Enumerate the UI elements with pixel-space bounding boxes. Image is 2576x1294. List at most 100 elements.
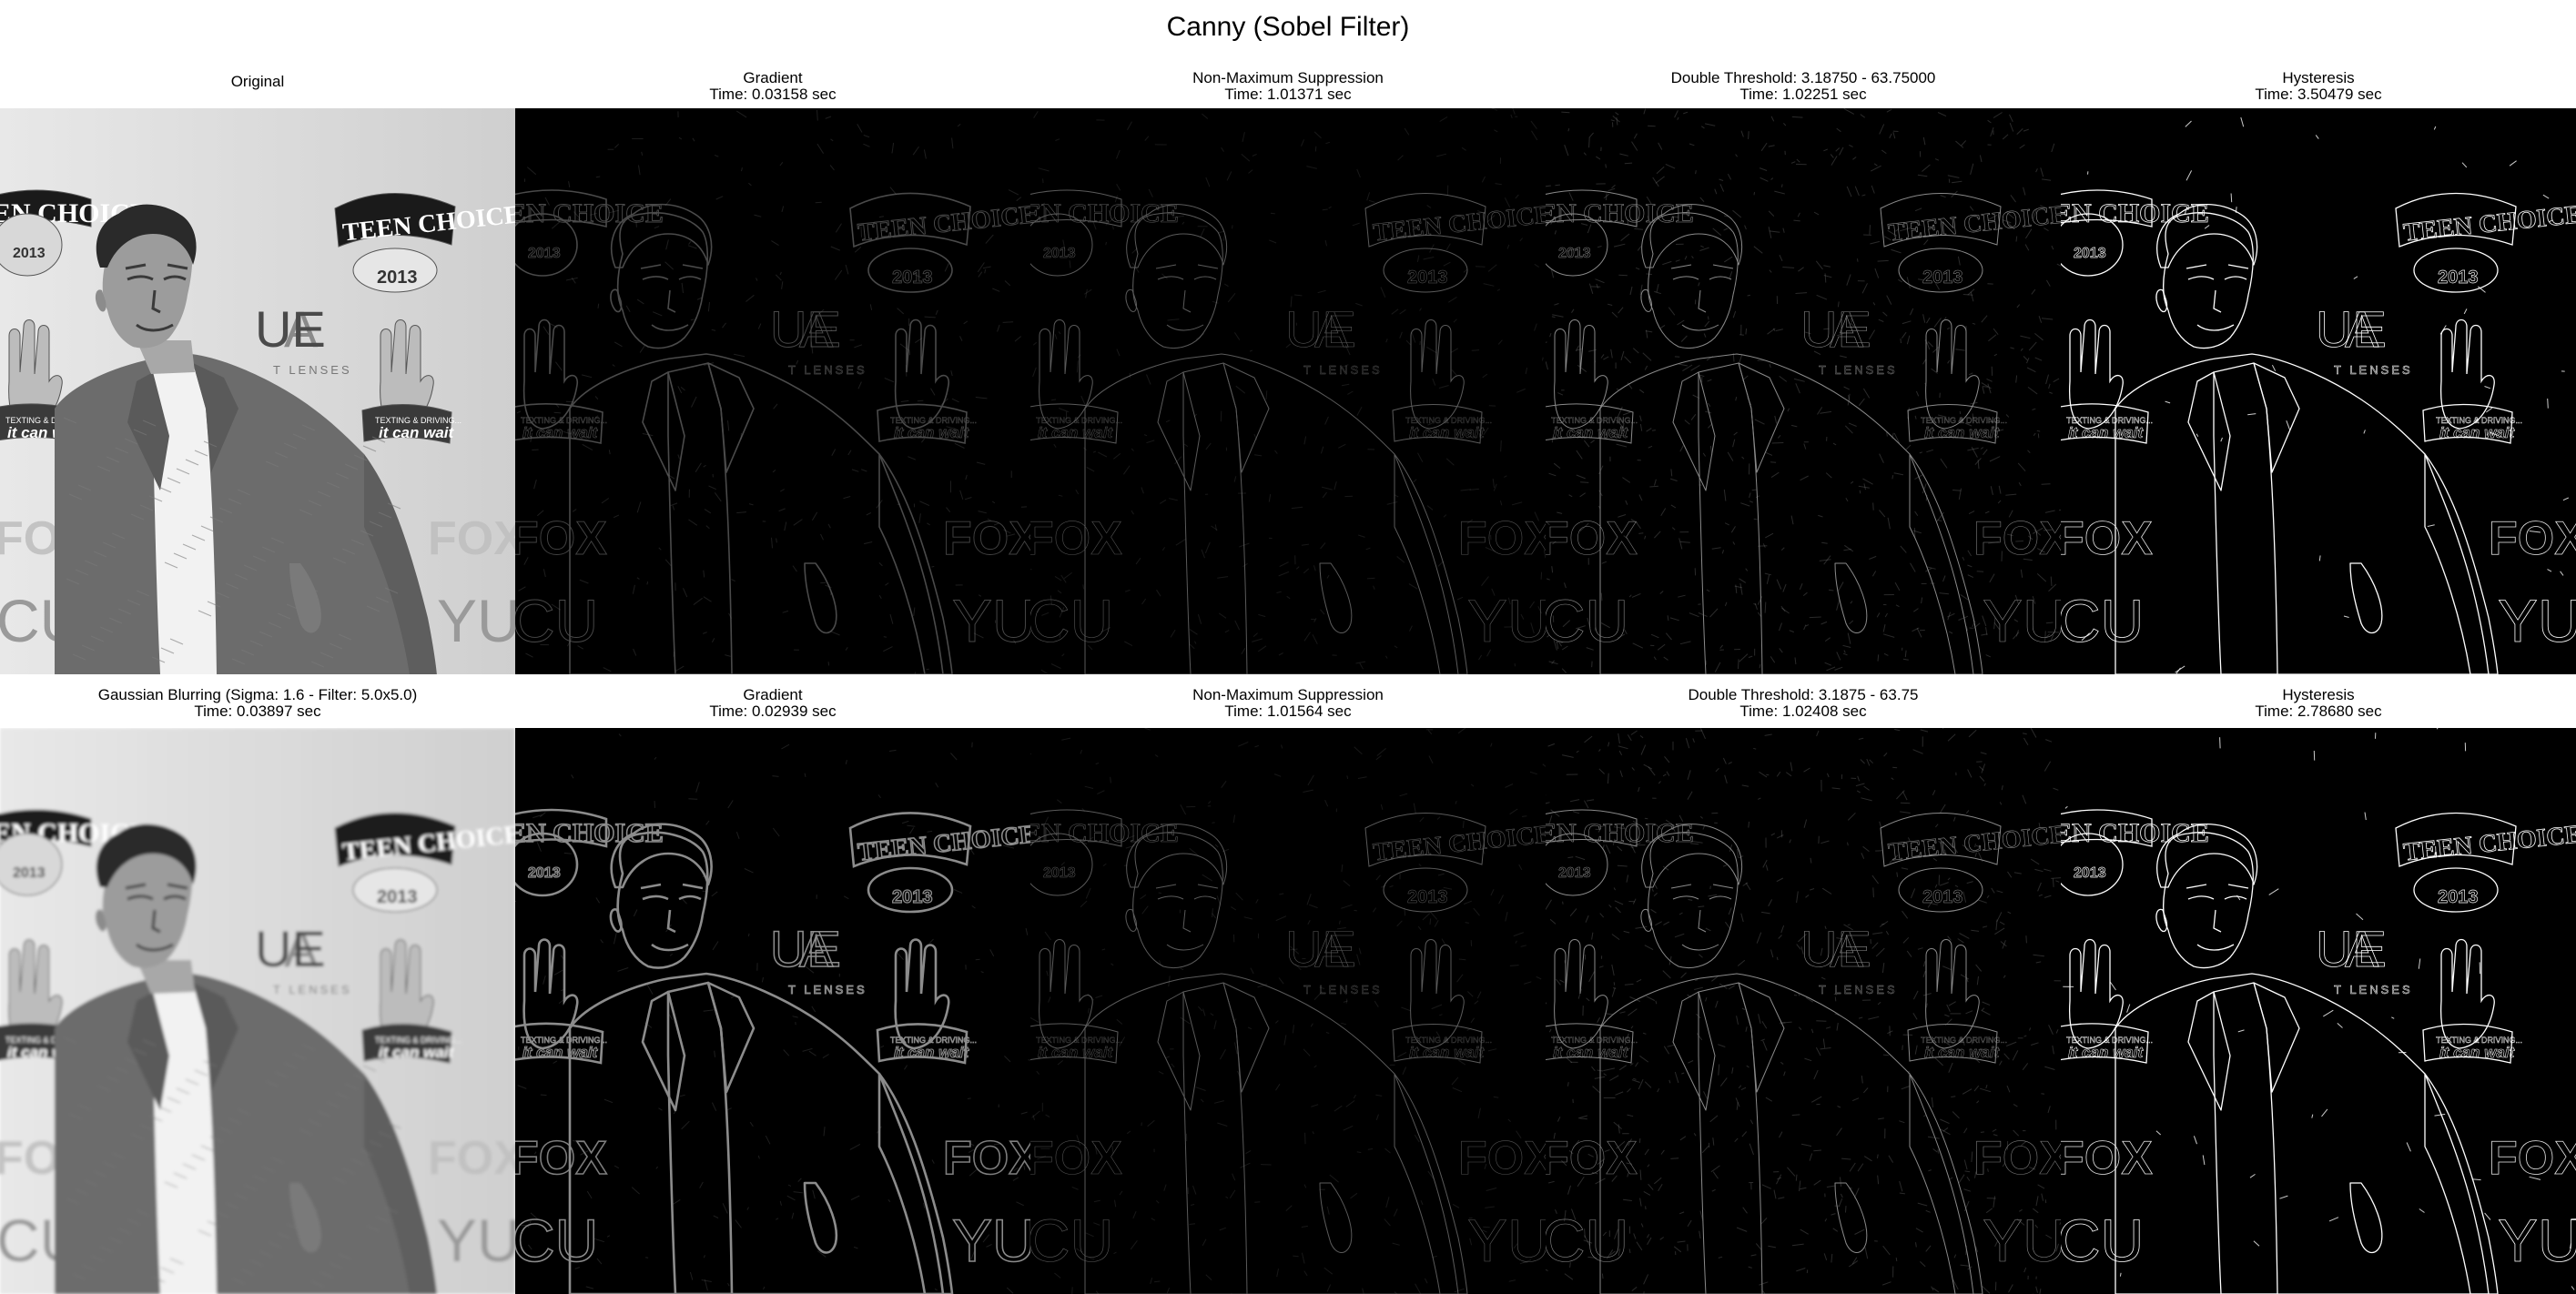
yu-lettering: YU [437, 1207, 515, 1274]
panel-time: Time: 1.02408 sec [1739, 703, 1867, 720]
edge-speck [1877, 1154, 1879, 1158]
fox-left: FOX [2061, 512, 2153, 565]
edge-speck [1594, 627, 1597, 631]
edge-speck [1895, 1257, 1898, 1262]
teen-choice-year: 2013 [892, 887, 933, 907]
edge-speck [1540, 571, 1543, 580]
panel-time: Time: 2.78680 sec [2255, 703, 2382, 720]
yu-lettering: YU [1467, 1207, 1546, 1274]
yu-lettering: YU [2498, 1207, 2576, 1274]
edge-speck [1758, 545, 1768, 547]
left-badge-text: EN CHOICE [1546, 818, 1694, 848]
edge-speck [2044, 1199, 2047, 1204]
panel-time: Time: 0.02939 sec [709, 703, 837, 720]
left-badge-year: 2013 [2074, 865, 2106, 881]
edge-speck [1339, 920, 1341, 925]
edge-svg: EN CHOICE2013TEEN CHOICE2013AUET LENSEST… [1030, 108, 1546, 674]
edge-speck [646, 581, 649, 585]
fox-right: FOX [2489, 1132, 2576, 1185]
edge-svg: EN CHOICE2013TEEN CHOICE2013AUET LENSEST… [2061, 108, 2576, 674]
cu-lettering: CU [1030, 587, 1113, 654]
yu-lettering: YU [952, 587, 1030, 654]
cu-lettering: CU [515, 1207, 598, 1274]
edge-speck [830, 327, 832, 332]
edge-speck [860, 226, 862, 238]
edge-speck [2015, 541, 2023, 542]
brand-subtext: T LENSES [2334, 983, 2413, 996]
edge-speck [654, 801, 655, 808]
fox-right: FOX [1973, 512, 2061, 565]
cu-lettering: CU [2061, 587, 2144, 654]
threshold-image: EN CHOICE 2013 TEEN CHOICE 2013 A UE T LENSES T… [1546, 728, 2061, 1294]
hand-slogan-left: it can wait [522, 1044, 599, 1061]
teen-choice-year: 2013 [892, 268, 933, 288]
edge-speck [540, 1094, 547, 1097]
edge-speck [1600, 592, 1603, 602]
edge-speck [1766, 773, 1770, 776]
edge-speck [2547, 398, 2549, 409]
fox-left: FOX [1546, 1132, 1638, 1185]
left-badge-seal [0, 213, 63, 277]
hand-slogan-right: it can wait [894, 1044, 970, 1061]
panel-title: Gradient [743, 69, 803, 86]
brand-subtext: T LENSES [1303, 983, 1383, 996]
brand-text: UE [2316, 300, 2387, 358]
edge-speck [1988, 421, 2000, 423]
edge-speck [1859, 490, 1861, 494]
fox-right: FOX [2489, 512, 2576, 565]
left-badge-text: EN CHOICE [1030, 818, 1179, 848]
left-badge-text: EN CHOICE [2061, 818, 2209, 848]
edge-speck [1698, 905, 1705, 908]
brand-subtext: T LENSES [2334, 363, 2413, 377]
brand-subtext: T LENSES [1303, 363, 1383, 377]
brand-subtext: T LENSES [1819, 363, 1898, 377]
edge-speck [1891, 475, 1894, 480]
brand-subtext: T LENSES [788, 983, 867, 996]
edge-speck [1607, 773, 1609, 784]
hand-slogan-right: it can wait [1409, 1044, 1486, 1061]
hand-slogan-right: it can wait [379, 1044, 455, 1061]
edge-speck [2015, 236, 2018, 242]
edge-svg: EN CHOICE2013TEEN CHOICE2013AUET LENSEST… [1546, 728, 2061, 1294]
fox-right: FOX [1973, 1132, 2061, 1185]
hand-slogan-right: it can wait [379, 424, 455, 441]
brand-text: UE [2316, 920, 2387, 977]
edge-speck [1739, 334, 1744, 336]
edge-speck [2045, 622, 2054, 624]
teen-choice-year: 2013 [377, 887, 418, 907]
edge-speck [994, 1143, 1002, 1146]
edge-speck [645, 1257, 649, 1259]
edge-speck [1646, 273, 1652, 276]
edge-speck [1158, 892, 1161, 895]
edge-speck [1753, 192, 1755, 196]
edge-speck [553, 411, 562, 414]
edge-speck [1695, 170, 1697, 175]
teen-choice-year: 2013 [1407, 887, 1448, 907]
brand-subtext: T LENSES [1819, 983, 1898, 996]
hand-slogan-left: it can wait [1038, 1044, 1114, 1061]
yu-lettering: YU [1467, 587, 1546, 654]
edge-speck [2025, 935, 2027, 944]
edge-speck [1900, 339, 1902, 344]
nms-image: EN CHOICE 2013 TEEN CHOICE 2013 A UE T LENSES T… [1030, 108, 1546, 674]
edge-speck [908, 349, 911, 356]
brand-text: UE [770, 300, 841, 358]
edge-speck [1872, 502, 1874, 511]
fox-left: FOX [1030, 1132, 1122, 1185]
panel-title: Gaussian Blurring (Sigma: 1.6 - Filter: … [97, 686, 418, 703]
hand-slogan-left: it can wait [2068, 424, 2145, 441]
edge-speck [1962, 294, 1973, 296]
edge-speck [1771, 442, 1784, 444]
brand-text: UE [1800, 300, 1871, 358]
edge-speck [1882, 1054, 1889, 1056]
edge-speck [1770, 461, 1777, 463]
brand-text: UE [255, 920, 326, 977]
edge-speck [1976, 571, 1984, 572]
edge-speck [1366, 577, 1375, 580]
panel-title: Hysteresis [2282, 686, 2355, 703]
hand-slogan-left: it can wait [1553, 424, 1629, 441]
edge-speck [1588, 137, 1590, 148]
left-badge-year: 2013 [1558, 246, 1591, 261]
cu-lettering: CU [1030, 1207, 1113, 1274]
fox-right: FOX [943, 1132, 1030, 1185]
